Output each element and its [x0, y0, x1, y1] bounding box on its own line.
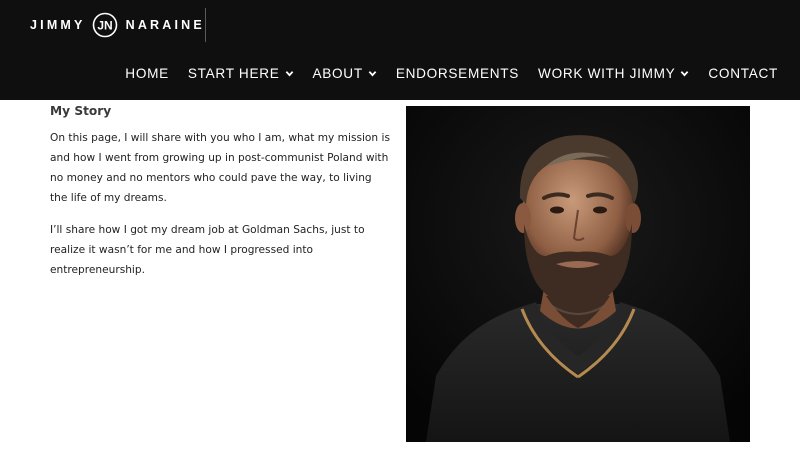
main-nav: HOME START HERE ABOUT ENDORSEMENTS WORK …	[125, 66, 778, 81]
chevron-down-icon	[285, 71, 293, 77]
nav-about-label: ABOUT	[312, 66, 363, 81]
site-logo[interactable]: JIMMY JN NARAINE	[30, 11, 205, 39]
nav-work-with-jimmy-label: WORK WITH JIMMY	[538, 66, 676, 81]
nav-contact[interactable]: CONTACT	[708, 66, 778, 81]
nav-home[interactable]: HOME	[125, 66, 169, 81]
nav-endorsements-label: ENDORSEMENTS	[395, 66, 520, 81]
logo-monogram: JN	[97, 19, 112, 33]
site-header: JIMMY JN NARAINE HOME START HERE ABOUT E…	[0, 0, 800, 100]
nav-endorsements[interactable]: ENDORSEMENTS	[396, 66, 519, 81]
nav-contact-label: CONTACT	[708, 66, 778, 81]
logo-left-word: JIMMY	[30, 18, 86, 32]
nav-start-here-label: START HERE	[187, 66, 280, 81]
nav-about[interactable]: ABOUT	[313, 66, 377, 81]
page-title: My Story	[50, 104, 112, 118]
nav-work-with-jimmy[interactable]: WORK WITH JIMMY	[538, 66, 689, 81]
chevron-down-icon	[368, 71, 377, 77]
nav-start-here[interactable]: START HERE	[188, 66, 294, 81]
chevron-down-icon	[681, 71, 689, 77]
story-paragraph-1: On this page, I will share with you who …	[50, 132, 390, 204]
logo-right-word: NARAINE	[125, 18, 205, 32]
nav-home-label: HOME	[125, 66, 169, 81]
logo-monogram-icon: JN	[92, 12, 117, 38]
portrait-photo	[406, 106, 750, 442]
portrait-photo-icon	[406, 106, 750, 442]
story-paragraph-2: I’ll share how I got my dream job at Gol…	[50, 224, 365, 276]
story-content: My Story On this page, I will share with…	[50, 104, 390, 292]
logo-divider	[205, 8, 206, 42]
